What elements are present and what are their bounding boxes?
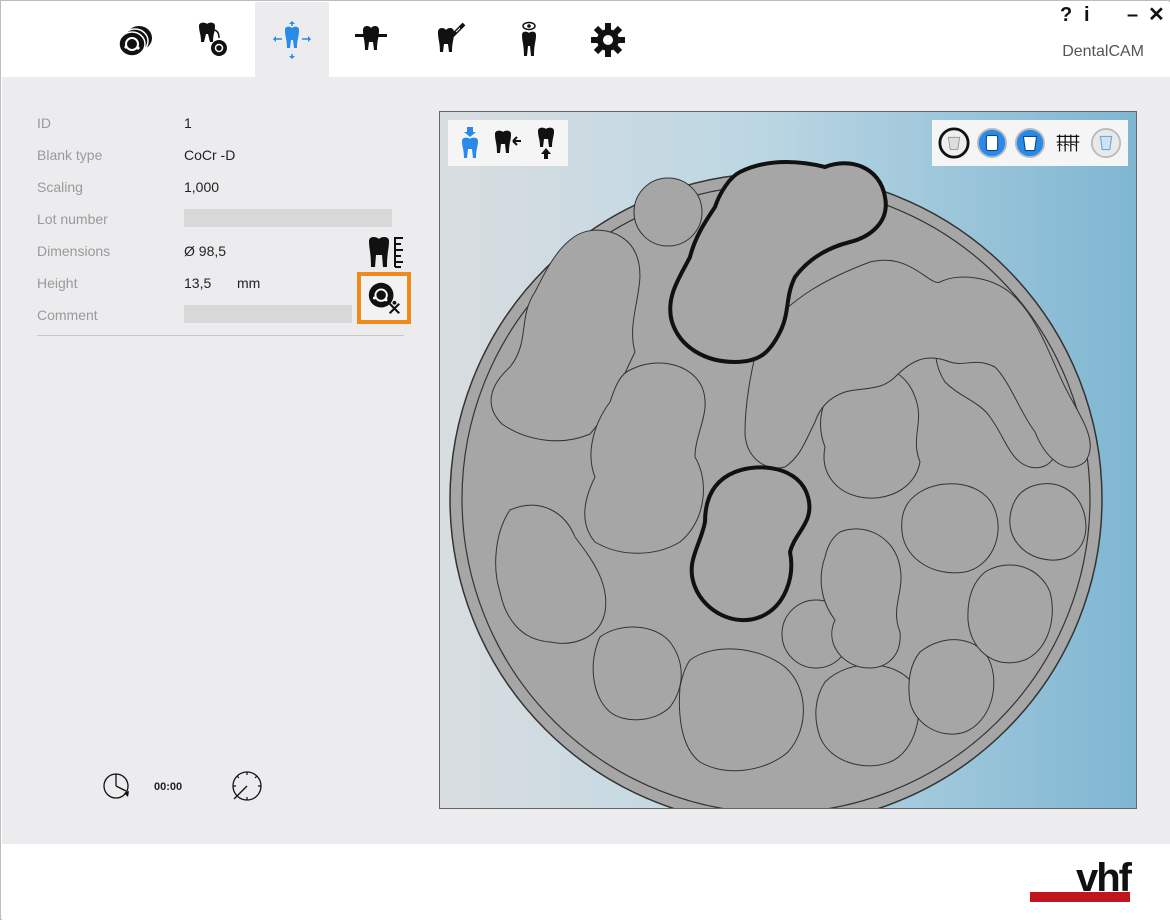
view-crown[interactable] <box>1014 123 1046 163</box>
info-row-lot-number: Lot number <box>37 209 407 231</box>
tool-move-left[interactable] <box>492 123 524 163</box>
minimize-button[interactable]: – <box>1127 5 1138 25</box>
view-transparent[interactable] <box>1090 123 1122 163</box>
vhf-logo: vhf <box>1030 856 1132 902</box>
height-unit: mm <box>237 275 261 291</box>
comment-label: Comment <box>37 307 98 323</box>
tooth-measure-icon <box>369 236 403 268</box>
info-divider <box>37 335 404 336</box>
tool-lift[interactable] <box>530 123 562 163</box>
crown-view-icon <box>1014 127 1046 159</box>
logo-text: vhf <box>1076 856 1132 900</box>
blank-disc-view[interactable] <box>440 112 1137 809</box>
nested-crown <box>678 648 804 772</box>
tab-settings[interactable] <box>571 2 645 77</box>
nested-crown <box>592 626 682 721</box>
supports-view-icon <box>1056 134 1080 152</box>
nested-crown <box>967 564 1053 664</box>
tab-nesting[interactable] <box>255 2 329 77</box>
scaling-label: Scaling <box>37 179 83 195</box>
view-solid[interactable] <box>976 123 1008 163</box>
info-row-height: Height 13,5 mm <box>37 275 297 295</box>
tooth-tool-icon <box>438 22 466 52</box>
dimensions-label: Dimensions <box>37 243 111 259</box>
view-supports[interactable] <box>1052 123 1084 163</box>
outline-view-icon <box>938 127 970 159</box>
blank-edit-button[interactable] <box>357 272 411 324</box>
tooth-support-icon <box>355 25 387 50</box>
tooth-measure-button[interactable] <box>367 235 405 269</box>
height-value: 13,5 <box>184 275 212 291</box>
timer-value: 00:00 <box>154 781 183 793</box>
blank-type-value: CoCr -D <box>184 147 236 163</box>
bottom-bar: vhf <box>2 844 1170 920</box>
tab-job[interactable] <box>176 2 250 77</box>
view-outline[interactable] <box>938 123 970 163</box>
tab-support[interactable] <box>334 2 408 77</box>
lot-number-input[interactable] <box>184 209 392 227</box>
info-row-comment: Comment <box>37 305 367 327</box>
blank-disc-icon <box>118 25 152 57</box>
view-toolbox-right <box>932 120 1128 166</box>
tab-blank[interactable] <box>98 2 172 77</box>
nested-crown <box>908 639 995 735</box>
nested-crown <box>901 483 999 574</box>
info-button[interactable]: i <box>1084 5 1090 25</box>
app-name: DentalCAM <box>1062 43 1144 60</box>
height-label: Height <box>37 275 78 291</box>
lot-number-label: Lot number <box>37 211 108 227</box>
id-label: ID <box>37 115 51 131</box>
dimensions-value: Ø 98,5 <box>184 243 227 259</box>
gear-icon <box>591 22 625 57</box>
tool-place[interactable] <box>454 123 486 163</box>
gauge-icon <box>232 771 262 801</box>
close-button[interactable]: ✕ <box>1148 5 1165 25</box>
app-window: ? i – ✕ DentalCAM ID 1 Blank type CoCr -… <box>0 0 1170 920</box>
tooth-left-icon <box>495 130 521 153</box>
nested-crown <box>633 177 703 247</box>
nested-crown <box>815 664 920 767</box>
stopwatch-icon <box>103 773 129 799</box>
solid-view-icon <box>976 127 1008 159</box>
main-panel: ID 1 Blank type CoCr -D Scaling 1,000 Lo… <box>2 77 1170 844</box>
timer-button[interactable] <box>102 769 132 801</box>
blank-disc-tool-icon <box>368 282 400 314</box>
tab-preview[interactable] <box>492 2 566 77</box>
tooth-view-icon <box>522 21 536 56</box>
nesting-viewport[interactable] <box>439 111 1137 809</box>
id-value: 1 <box>184 115 192 131</box>
tooth-move-icon <box>273 20 311 59</box>
blank-type-label: Blank type <box>37 147 103 163</box>
gauge-button[interactable] <box>230 769 264 803</box>
view-toolbox-left <box>448 120 568 166</box>
scaling-value: 1,000 <box>184 179 220 195</box>
top-navigation-bar: ? i – ✕ DentalCAM <box>2 2 1170 77</box>
tab-calculation[interactable] <box>413 2 487 77</box>
transparent-view-icon <box>1090 127 1122 159</box>
tooth-down-icon <box>462 127 478 158</box>
tooth-up-icon <box>538 127 554 159</box>
tooth-add-icon <box>199 22 227 56</box>
help-button[interactable]: ? <box>1060 5 1072 25</box>
comment-input[interactable] <box>184 305 352 323</box>
